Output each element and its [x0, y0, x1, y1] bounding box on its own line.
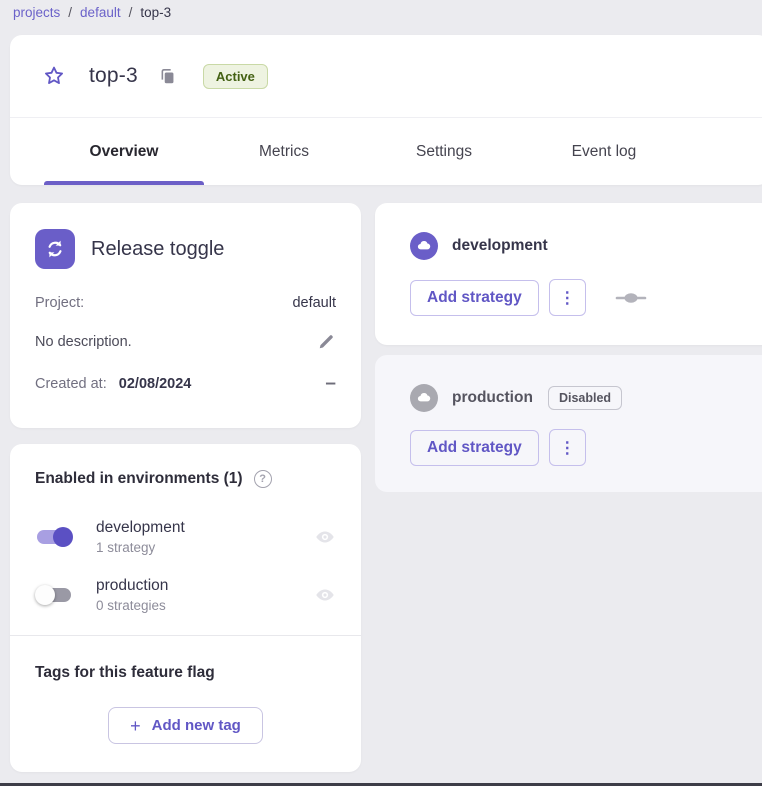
created-at-value: 02/08/2024 [119, 376, 192, 392]
cloud-environment-icon [410, 232, 438, 260]
breadcrumb: projects / default / top-3 [13, 5, 171, 20]
release-toggle-type-icon [35, 229, 75, 269]
add-strategy-button[interactable]: Add strategy [410, 430, 539, 466]
strategy-indicator-icon [615, 292, 647, 304]
tab-settings[interactable]: Settings [364, 118, 524, 185]
environment-row-production: production 0 strategies [35, 574, 336, 616]
strategies-right-column: development Add strategy ⋮ production Di… [375, 203, 762, 492]
cloud-environment-icon [410, 384, 438, 412]
breadcrumb-separator: / [129, 5, 133, 20]
environments-card-title: Enabled in environments (1) [35, 470, 243, 488]
environments-card: Enabled in environments (1) ? developmen… [10, 444, 361, 772]
kebab-menu-icon[interactable]: ⋮ [549, 429, 586, 466]
breadcrumb-link-projects[interactable]: projects [13, 5, 60, 20]
project-label: Project: [35, 295, 84, 311]
environment-strategy-count: 0 strategies [96, 598, 314, 613]
feature-details-card: Release toggle Project: default No descr… [10, 203, 361, 428]
breadcrumb-current: top-3 [140, 5, 171, 20]
environment-name: development [96, 519, 314, 537]
description-text: No description. [35, 334, 132, 350]
copy-name-icon[interactable] [158, 67, 177, 86]
add-new-tag-button[interactable]: + Add new tag [108, 707, 263, 744]
card-section-divider [10, 635, 361, 636]
help-icon[interactable]: ? [254, 470, 272, 488]
environment-row-development: development 1 strategy [35, 516, 336, 558]
collapse-details-icon[interactable]: – [325, 379, 336, 389]
favorite-star-icon[interactable] [42, 64, 66, 88]
development-toggle[interactable] [35, 527, 73, 547]
environment-name: production [96, 577, 314, 595]
feature-type-title: Release toggle [91, 238, 224, 261]
edit-description-icon[interactable] [316, 332, 336, 352]
breadcrumb-separator: / [68, 5, 72, 20]
breadcrumb-link-default[interactable]: default [80, 5, 121, 20]
environment-panel-name: development [452, 237, 548, 255]
add-strategy-button[interactable]: Add strategy [410, 280, 539, 316]
add-new-tag-label: Add new tag [152, 717, 241, 734]
feature-tabs: Overview Metrics Settings Event log [10, 118, 762, 185]
project-value: default [292, 295, 336, 311]
overview-left-column: Release toggle Project: default No descr… [10, 203, 361, 772]
production-environment-panel: production Disabled Add strategy ⋮ [375, 355, 762, 492]
production-toggle[interactable] [35, 585, 73, 605]
development-environment-panel: development Add strategy ⋮ [375, 203, 762, 345]
status-badge: Active [203, 64, 268, 89]
eye-icon[interactable] [314, 526, 336, 548]
created-at-label: Created at: [35, 376, 107, 392]
plus-icon: + [130, 719, 141, 733]
kebab-menu-icon[interactable]: ⋮ [549, 279, 586, 316]
disabled-badge: Disabled [548, 386, 622, 410]
environment-panel-name: production [452, 389, 533, 407]
feature-header-card: top-3 Active Overview Metrics Settings E… [10, 35, 762, 185]
tab-overview[interactable]: Overview [44, 118, 204, 185]
tab-metrics[interactable]: Metrics [204, 118, 364, 185]
page-title: top-3 [89, 64, 138, 88]
eye-icon[interactable] [314, 584, 336, 606]
tags-section-title: Tags for this feature flag [35, 664, 336, 682]
feature-title-row: top-3 Active [10, 35, 762, 117]
environment-strategy-count: 1 strategy [96, 540, 314, 555]
tab-event-log[interactable]: Event log [524, 118, 684, 185]
